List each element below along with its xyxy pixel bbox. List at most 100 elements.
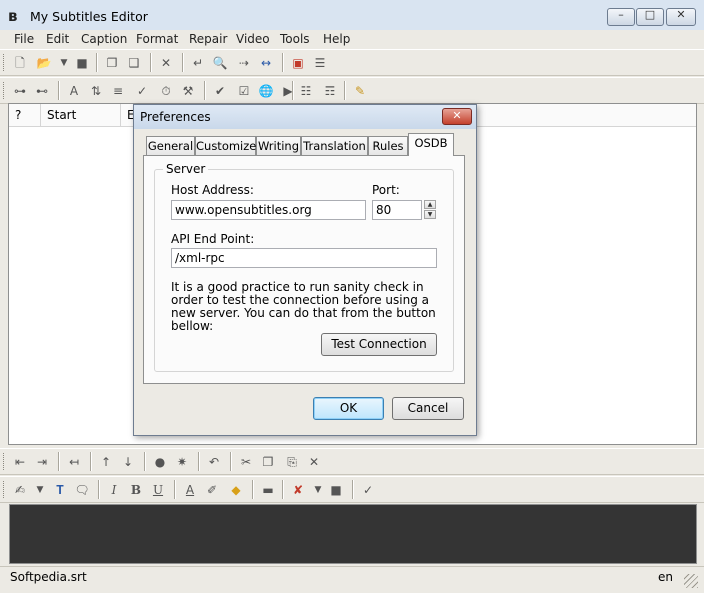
spin-down-icon[interactable]: ▼ bbox=[424, 210, 436, 219]
edit-icon[interactable]: ✎ bbox=[352, 83, 368, 99]
delete-line-icon[interactable]: ↤ bbox=[66, 454, 82, 470]
text-edit-dropdown-icon[interactable]: ▼ bbox=[32, 482, 48, 498]
paste-file-icon[interactable]: ❑ bbox=[126, 55, 142, 71]
notes-icon[interactable]: ☷ bbox=[298, 83, 314, 99]
minimize-button[interactable]: – bbox=[607, 8, 635, 26]
insert-before-icon[interactable]: ⇤ bbox=[12, 454, 28, 470]
undo-icon[interactable]: ↶ bbox=[206, 454, 222, 470]
menu-help[interactable]: Help bbox=[323, 30, 350, 48]
menu-file[interactable]: File bbox=[14, 30, 34, 48]
copy-file-icon[interactable]: ❐ bbox=[104, 55, 120, 71]
column-header-flag[interactable]: ? bbox=[9, 104, 41, 126]
ruler-icon[interactable]: ✓ bbox=[360, 482, 376, 498]
delete-icon[interactable]: ✕ bbox=[158, 55, 174, 71]
open-folder-icon[interactable]: 📂 bbox=[36, 55, 52, 71]
spell-check-icon[interactable]: ☑ bbox=[236, 83, 252, 99]
open-dropdown-icon[interactable]: ▼ bbox=[56, 55, 72, 71]
find-next-icon[interactable]: ⇢ bbox=[236, 55, 252, 71]
move-up-icon[interactable]: ↑ bbox=[98, 454, 114, 470]
tab-translation[interactable]: Translation bbox=[301, 136, 368, 155]
timing-icon[interactable]: ⏱ bbox=[158, 83, 174, 99]
balloon-icon[interactable]: ▬ bbox=[260, 482, 276, 498]
toolbar-grip[interactable] bbox=[3, 481, 6, 498]
check-icon[interactable]: ✓ bbox=[134, 83, 150, 99]
maximize-button[interactable]: □ bbox=[636, 8, 664, 26]
toolbar-separator bbox=[204, 81, 206, 100]
dialog-close-button[interactable]: ✕ bbox=[442, 108, 472, 125]
replace-icon[interactable]: ↔ bbox=[258, 55, 274, 71]
menu-video[interactable]: Video bbox=[236, 30, 270, 48]
main-toolbar: 🗋 📂 ▼ ■ ❐ ❑ ✕ ↵ 🔍 ⇢ ↔ ▣ ☰ bbox=[0, 49, 704, 76]
menu-format[interactable]: Format bbox=[136, 30, 178, 48]
close-button[interactable]: ✕ bbox=[666, 8, 696, 26]
insert-after-icon[interactable]: ⇥ bbox=[34, 454, 50, 470]
resize-grip[interactable] bbox=[684, 574, 698, 588]
test-connection-button[interactable]: Test Connection bbox=[321, 333, 437, 356]
highlight-icon[interactable]: ✐ bbox=[204, 482, 220, 498]
validate-icon[interactable]: ✔ bbox=[212, 83, 228, 99]
dialog-title-bar[interactable]: Preferences ✕ bbox=[134, 105, 476, 129]
list-icon[interactable]: ≡ bbox=[110, 83, 126, 99]
block-icon[interactable]: ■ bbox=[328, 482, 344, 498]
toolbar-grip[interactable] bbox=[3, 82, 6, 99]
menu-edit[interactable]: Edit bbox=[46, 30, 69, 48]
font-color-icon[interactable]: A bbox=[182, 482, 198, 498]
tab-general[interactable]: General bbox=[146, 136, 195, 155]
menu-tools[interactable]: Tools bbox=[280, 30, 310, 48]
split-icon[interactable]: ⊶ bbox=[12, 83, 28, 99]
cancel-button[interactable]: Cancel bbox=[392, 397, 464, 420]
find-icon[interactable]: 🔍 bbox=[212, 55, 228, 71]
adjust-icon[interactable]: ⚒ bbox=[180, 83, 196, 99]
report-icon[interactable]: ☶ bbox=[322, 83, 338, 99]
underline-icon[interactable]: U bbox=[150, 482, 166, 498]
title-bar[interactable]: ʙ My Subtitles Editor – □ ✕ bbox=[0, 0, 704, 33]
effects-icon[interactable]: ✷ bbox=[174, 454, 190, 470]
tab-writing[interactable]: Writing bbox=[256, 136, 301, 155]
host-address-input[interactable]: www.opensubtitles.org bbox=[171, 200, 366, 220]
remove-format-dropdown-icon[interactable]: ▼ bbox=[310, 482, 326, 498]
column-header-start[interactable]: Start bbox=[41, 104, 121, 126]
import-icon[interactable]: ↵ bbox=[190, 55, 206, 71]
translate-icon[interactable]: 🌐 bbox=[258, 83, 274, 99]
comment-icon[interactable]: 🗨 bbox=[74, 482, 90, 498]
properties-icon[interactable]: ☰ bbox=[312, 55, 328, 71]
new-file-icon[interactable]: 🗋 bbox=[12, 55, 28, 71]
clear-icon[interactable]: ✕ bbox=[306, 454, 322, 470]
tab-customize[interactable]: Customize bbox=[195, 136, 256, 155]
toolbar-separator bbox=[230, 452, 232, 471]
move-down-icon[interactable]: ↓ bbox=[120, 454, 136, 470]
toolbar-grip[interactable] bbox=[3, 453, 6, 470]
status-language: en bbox=[658, 570, 673, 584]
text-style-icon[interactable]: 𝐓 bbox=[52, 482, 68, 498]
remove-format-icon[interactable]: ✘ bbox=[290, 482, 306, 498]
tab-rules[interactable]: Rules bbox=[368, 136, 408, 155]
paste-icon[interactable]: ⎘ bbox=[284, 454, 300, 470]
italic-icon[interactable]: I bbox=[106, 482, 122, 498]
menu-bar: File Edit Caption Format Repair Video To… bbox=[0, 30, 704, 48]
menu-repair[interactable]: Repair bbox=[189, 30, 227, 48]
warning-icon[interactable]: ◆ bbox=[228, 482, 244, 498]
copy-icon[interactable]: ❐ bbox=[260, 454, 276, 470]
spin-up-icon[interactable]: ▲ bbox=[424, 200, 436, 209]
menu-caption[interactable]: Caption bbox=[81, 30, 127, 48]
save-icon[interactable]: ■ bbox=[74, 55, 90, 71]
cut-icon[interactable]: ✂ bbox=[238, 454, 254, 470]
toolbar-grip[interactable] bbox=[3, 54, 6, 71]
font-icon[interactable]: A bbox=[66, 83, 82, 99]
toolbar-separator bbox=[58, 81, 60, 100]
bold-icon[interactable]: B bbox=[128, 482, 144, 498]
status-bar: Softpedia.srt en bbox=[0, 566, 704, 593]
text-edit-icon[interactable]: ✍ bbox=[12, 482, 28, 498]
ok-button[interactable]: OK bbox=[313, 397, 384, 420]
record-icon[interactable]: ● bbox=[152, 454, 168, 470]
port-label: Port: bbox=[372, 183, 400, 197]
sort-icon[interactable]: ⇅ bbox=[88, 83, 104, 99]
tab-osdb[interactable]: OSDB bbox=[408, 133, 454, 156]
toolbar-separator bbox=[198, 452, 200, 471]
merge-icon[interactable]: ⊷ bbox=[34, 83, 50, 99]
port-input[interactable]: 80 bbox=[372, 200, 422, 220]
subtitle-text-editor[interactable] bbox=[9, 504, 697, 564]
api-endpoint-input[interactable]: /xml-rpc bbox=[171, 248, 437, 268]
toolbar-separator bbox=[344, 81, 346, 100]
close-file-icon[interactable]: ▣ bbox=[290, 55, 306, 71]
